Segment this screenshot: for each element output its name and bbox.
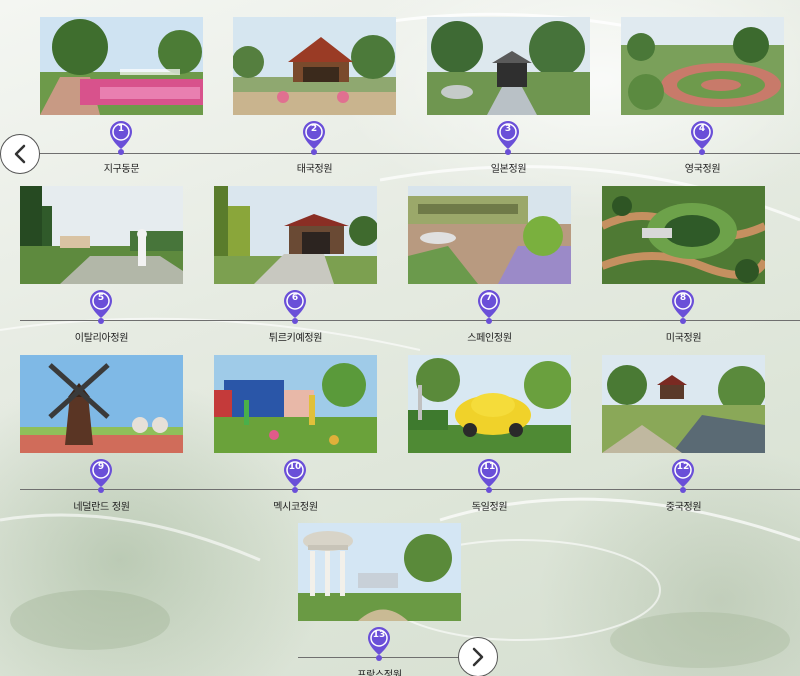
map-pin-icon: 10	[284, 459, 306, 487]
pin-dot	[98, 487, 104, 493]
map-pin-icon: 1	[110, 121, 132, 149]
garden-label: 멕시코정원	[273, 502, 318, 513]
pin-number: 10	[288, 462, 302, 472]
pin-dot	[680, 318, 686, 324]
pin-number: 9	[97, 462, 105, 472]
map-pin-icon: 9	[90, 459, 112, 487]
pin-number: 8	[679, 293, 687, 303]
garden-label: 태국정원	[296, 164, 333, 175]
pin-number: 5	[97, 293, 105, 303]
garden-photo	[408, 186, 571, 284]
prev-button[interactable]	[0, 134, 40, 174]
map-pin-icon: 11	[478, 459, 500, 487]
map-pin-icon: 8	[672, 290, 694, 318]
garden-label: 영국정원	[684, 164, 721, 175]
garden-photo	[621, 17, 784, 115]
map-pin-icon: 3	[497, 121, 519, 149]
garden-label: 이탈리아정원	[74, 333, 129, 344]
garden-label: 튀르키예정원	[268, 333, 323, 344]
pin-number: 6	[291, 293, 299, 303]
garden-photo	[602, 355, 765, 453]
pin-dot	[699, 149, 705, 155]
garden-photo	[214, 355, 377, 453]
pin-dot	[118, 149, 124, 155]
pin-dot	[376, 655, 382, 661]
garden-label: 중국정원	[665, 502, 702, 513]
garden-photo	[214, 186, 377, 284]
garden-photo	[20, 355, 183, 453]
garden-photo	[298, 523, 461, 621]
garden-label: 지구동문	[103, 164, 140, 175]
map-pin-icon: 2	[303, 121, 325, 149]
garden-photo	[40, 17, 203, 115]
map-pin-icon: 13	[368, 627, 390, 655]
garden-photo	[408, 355, 571, 453]
map-pin-icon: 12	[672, 459, 694, 487]
garden-label: 프랑스정원	[357, 670, 402, 676]
pin-dot	[98, 318, 104, 324]
map-pin-icon: 4	[691, 121, 713, 149]
pin-dot	[292, 318, 298, 324]
pin-number: 2	[310, 124, 318, 134]
next-button[interactable]	[458, 637, 498, 676]
row-line-1	[20, 153, 800, 154]
pin-dot	[505, 149, 511, 155]
garden-photo	[427, 17, 590, 115]
pin-dot	[680, 487, 686, 493]
garden-label: 독일정원	[471, 502, 508, 513]
garden-label: 네덜란드 정원	[73, 502, 130, 513]
garden-label: 일본정원	[490, 164, 527, 175]
garden-label: 미국정원	[665, 333, 702, 344]
garden-photo	[233, 17, 396, 115]
pin-number: 3	[504, 124, 512, 134]
chevron-left-icon	[14, 144, 26, 164]
chevron-right-icon	[472, 647, 484, 667]
pin-dot	[311, 149, 317, 155]
map-pin-icon: 5	[90, 290, 112, 318]
pin-dot	[486, 318, 492, 324]
garden-photo	[602, 186, 765, 284]
garden-photo	[20, 186, 183, 284]
pin-number: 7	[485, 293, 493, 303]
pin-number: 11	[482, 462, 496, 472]
pin-number: 13	[372, 630, 386, 640]
pin-number: 4	[698, 124, 706, 134]
pin-number: 12	[676, 462, 690, 472]
garden-label: 스페인정원	[467, 333, 512, 344]
pin-dot	[292, 487, 298, 493]
pin-number: 1	[117, 124, 125, 134]
pin-dot	[486, 487, 492, 493]
map-pin-icon: 6	[284, 290, 306, 318]
map-pin-icon: 7	[478, 290, 500, 318]
